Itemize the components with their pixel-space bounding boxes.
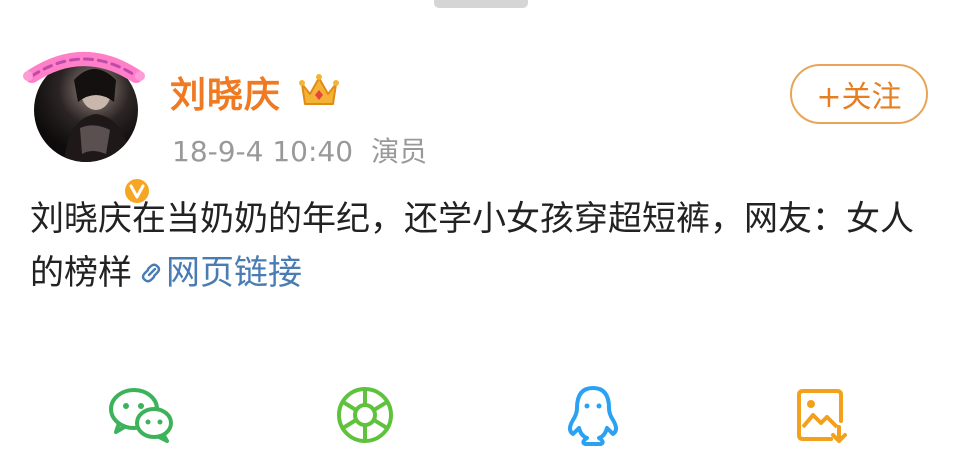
- share-moments-button[interactable]: [330, 380, 400, 450]
- web-link-label: 网页链接: [166, 253, 302, 293]
- post-timestamp: 18-9-4 10:40: [172, 135, 354, 168]
- avatar-frame-decoration: [23, 52, 145, 83]
- web-link[interactable]: 网页链接: [132, 253, 302, 293]
- author-title: 演员: [371, 135, 428, 168]
- author-name[interactable]: 刘晓庆: [170, 66, 281, 118]
- crown-icon: [299, 74, 339, 105]
- share-qq-button[interactable]: [558, 380, 628, 450]
- post-body: 刘晓庆在当奶奶的年纪，还学小女孩穿超短裤，网友：女人的榜样 网页链接: [30, 192, 930, 300]
- weibo-post-screen: 刘晓庆 18-9-4 10:40 演员 +关注 刘晓庆在当奶奶的年纪，还学小女孩穿…: [0, 0, 960, 473]
- share-wechat-button[interactable]: [106, 380, 176, 450]
- link-icon: [141, 263, 161, 283]
- wechat-icon: [109, 388, 173, 443]
- save-image-button[interactable]: [786, 380, 856, 450]
- moments-icon: [337, 387, 393, 443]
- follow-button[interactable]: +关注: [790, 64, 928, 124]
- avatar[interactable]: [22, 44, 152, 206]
- save-image-icon: [797, 389, 847, 443]
- grab-bar[interactable]: [434, 0, 528, 8]
- qq-icon: [568, 386, 618, 446]
- post-meta: 18-9-4 10:40 演员: [172, 130, 427, 170]
